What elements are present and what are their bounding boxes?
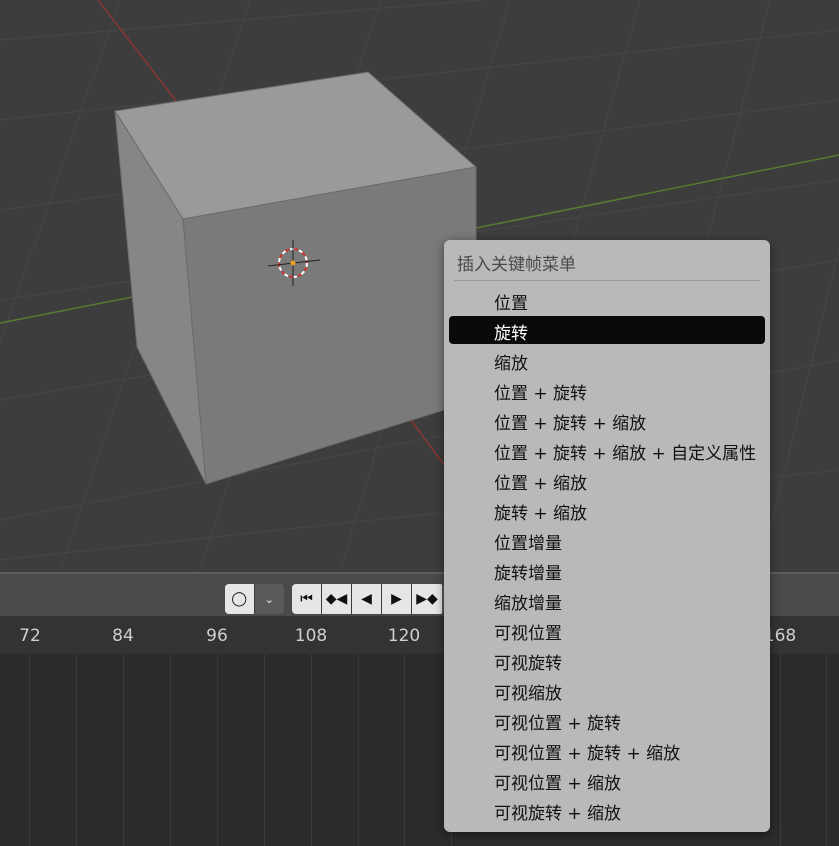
- gridline: [170, 654, 171, 846]
- gridline: [780, 654, 781, 846]
- y-axis-line-right: [475, 154, 839, 229]
- menu-item-delta-location[interactable]: 位置增量: [449, 526, 765, 554]
- menu-item-visual-location[interactable]: 可视位置: [449, 616, 765, 644]
- gridline: [311, 654, 312, 846]
- gridline: [358, 654, 359, 846]
- gridline: [29, 654, 30, 846]
- gridline: [76, 654, 77, 846]
- frame-tick: 108: [294, 626, 328, 646]
- cube[interactable]: [114, 71, 478, 485]
- menu-divider: [454, 280, 760, 281]
- jump-to-next-keyframe-icon[interactable]: ▶◆: [412, 584, 442, 614]
- frame-tick: 120: [387, 626, 421, 646]
- jump-to-start-icon[interactable]: ⏮: [292, 584, 322, 614]
- gridline: [123, 654, 124, 846]
- menu-item-location-rotation[interactable]: 位置 + 旋转: [449, 376, 765, 404]
- frame-tick: 96: [206, 626, 228, 646]
- menu-item-delta-scale[interactable]: 缩放增量: [449, 586, 765, 614]
- gridline: [217, 654, 218, 846]
- menu-title: 插入关键帧菜单: [457, 255, 576, 275]
- menu-item-visual-scale[interactable]: 可视缩放: [449, 676, 765, 704]
- frame-tick: 72: [19, 626, 41, 646]
- menu-item-visual-location-scale[interactable]: 可视位置 + 缩放: [449, 766, 765, 794]
- keying-group: ◯ ⌄: [225, 584, 284, 614]
- menu-item-visual-rotation[interactable]: 可视旋转: [449, 646, 765, 674]
- menu-item-rotation-scale[interactable]: 旋转 + 缩放: [449, 496, 765, 524]
- menu-item-location[interactable]: 位置: [449, 286, 765, 314]
- menu-item-location-scale[interactable]: 位置 + 缩放: [449, 466, 765, 494]
- menu-item-visual-location-rotation-scale[interactable]: 可视位置 + 旋转 + 缩放: [449, 736, 765, 764]
- menu-item-scale[interactable]: 缩放: [449, 346, 765, 374]
- menu-item-visual-location-rotation[interactable]: 可视位置 + 旋转: [449, 706, 765, 734]
- menu-item-location-rotation-scale[interactable]: 位置 + 旋转 + 缩放: [449, 406, 765, 434]
- menu-item-rotation[interactable]: 旋转: [449, 316, 765, 344]
- menu-item-delta-rotation[interactable]: 旋转增量: [449, 556, 765, 584]
- insert-keyframe-menu: 插入关键帧菜单 位置 旋转 缩放 位置 + 旋转 位置 + 旋转 + 缩放 位置…: [444, 240, 770, 832]
- menu-item-location-rotation-scale-custom[interactable]: 位置 + 旋转 + 缩放 + 自定义属性: [449, 436, 765, 464]
- jump-to-previous-keyframe-icon[interactable]: ◆◀: [322, 584, 352, 614]
- play-icon[interactable]: ▶: [382, 584, 412, 614]
- chevron-down-icon[interactable]: ⌄: [255, 584, 284, 614]
- menu-item-visual-rotation-scale[interactable]: 可视旋转 + 缩放: [449, 796, 765, 824]
- gridline: [264, 654, 265, 846]
- play-reverse-icon[interactable]: ◀: [352, 584, 382, 614]
- x-axis-line: [97, 0, 181, 107]
- gridline: [404, 654, 405, 846]
- playback-controls: ⏮ ◆◀ ◀ ▶ ▶◆: [292, 584, 444, 614]
- circle-icon[interactable]: ◯: [225, 584, 255, 614]
- frame-tick: 84: [112, 626, 134, 646]
- gridline: [826, 654, 827, 846]
